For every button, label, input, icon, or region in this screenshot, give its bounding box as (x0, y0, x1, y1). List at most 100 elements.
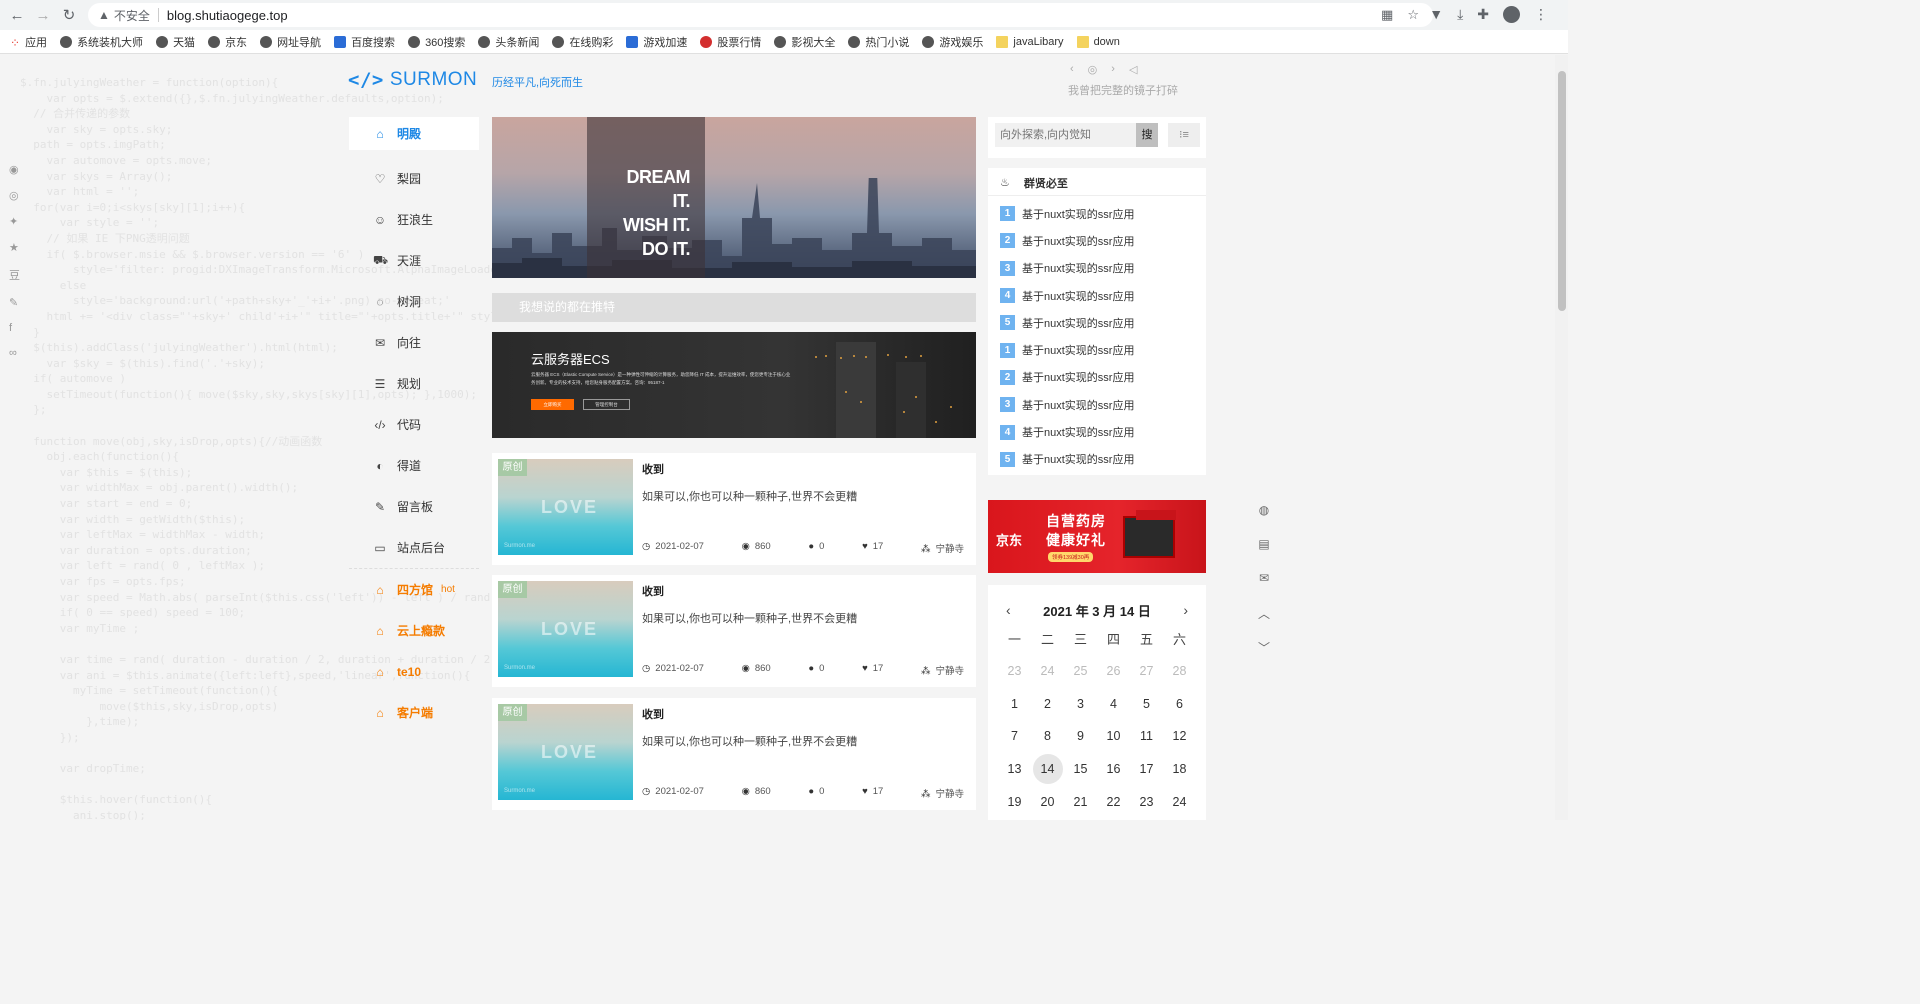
calendar-day[interactable]: 23 (1130, 786, 1163, 819)
reload-icon[interactable]: ↻ (56, 6, 82, 24)
weibo-icon[interactable]: ◎ (9, 189, 20, 202)
bookmark-item[interactable]: 影视大全 (774, 34, 835, 50)
nav-item[interactable]: ⌂ 四方馆 hot (349, 569, 479, 610)
hot-list-item[interactable]: 2 基于nuxt实现的ssr应用 (1000, 227, 1206, 254)
play-icon[interactable]: ◎ (1088, 63, 1098, 76)
next-icon[interactable]: › (1111, 63, 1115, 76)
hot-list-item[interactable]: 4 基于nuxt实现的ssr应用 (1000, 418, 1206, 445)
calendar-day[interactable]: 24 (1031, 655, 1064, 688)
nav-item[interactable]: ✉ 向往 (349, 322, 479, 363)
bookmark-item[interactable]: 京东 (208, 34, 247, 50)
ecs-console-button[interactable]: 管理控制台 (583, 399, 630, 410)
calendar-day[interactable]: 22 (1097, 786, 1130, 819)
calendar-day[interactable]: 5 (1130, 688, 1163, 721)
search-button[interactable]: 搜 (1136, 123, 1158, 147)
hot-list-item[interactable]: 4 基于nuxt实现的ssr应用 (1000, 282, 1206, 309)
calendar-day[interactable]: 17 (1130, 753, 1163, 786)
back-icon[interactable]: ← (4, 7, 30, 24)
more-menu-icon[interactable]: ⋮ (1534, 6, 1548, 23)
bookmark-item[interactable]: 360搜索 (408, 34, 465, 50)
hot-list-item[interactable]: 5 基于nuxt实现的ssr应用 (1000, 446, 1206, 473)
hero-banner[interactable]: DREAM IT. WISH IT. DO IT. (492, 117, 976, 278)
download-icon[interactable]: ⤓ (1457, 6, 1463, 23)
calendar-day[interactable]: 13 (998, 753, 1031, 786)
bookmark-item[interactable]: down (1076, 35, 1120, 48)
bookmark-item[interactable]: 在线购彩 (552, 34, 613, 50)
star-icon[interactable]: ☆ (1407, 7, 1419, 23)
calendar-day[interactable]: 9 (1064, 720, 1097, 753)
mail-icon[interactable]: ✉ (1248, 571, 1280, 587)
bookmark-item[interactable]: 热门小说 (848, 34, 909, 50)
nav-item[interactable]: ◐ 得道 (349, 445, 479, 486)
bookmark-item[interactable]: 游戏娱乐 (922, 34, 983, 50)
search-input[interactable] (995, 123, 1136, 147)
post-category[interactable]: ⁂ 宁静寺 (921, 541, 964, 555)
bookmark-item[interactable]: 百度搜索 (334, 34, 395, 50)
bookmark-item[interactable]: 天猫 (156, 34, 195, 50)
calendar-day[interactable]: 27 (1130, 655, 1163, 688)
bookmark-item[interactable]: ⁘ 应用 (10, 34, 47, 50)
post-likes[interactable]: ♥ 17 (862, 663, 883, 677)
post-title[interactable]: 收到 (642, 461, 664, 477)
post-card[interactable]: LOVE Surmon.me 原创 收到 如果可以,你也可以种一颗种子,世界不会更糟 ◷ 2… (492, 698, 976, 810)
forward-icon[interactable]: → (30, 7, 56, 24)
bookmark-item[interactable]: 系统装机大师 (60, 34, 143, 50)
nav-item[interactable]: ⌂ 客户端 (349, 692, 479, 733)
calendar-day[interactable]: 3 (1064, 688, 1097, 721)
hot-list-item[interactable]: 1 基于nuxt实现的ssr应用 (1000, 200, 1206, 227)
nav-item[interactable]: ▭ 站点后台 (349, 527, 479, 568)
hot-list-item[interactable]: 3 基于nuxt实现的ssr应用 (1000, 391, 1206, 418)
calendar-day[interactable]: 11 (1130, 720, 1163, 753)
hot-list-item[interactable]: 5 基于nuxt实现的ssr应用 (1000, 309, 1206, 336)
post-card[interactable]: LOVE Surmon.me 原创 收到 如果可以,你也可以种一颗种子,世界不会更糟 ◷ 2… (492, 575, 976, 687)
hot-list-item[interactable]: 3 基于nuxt实现的ssr应用 (1000, 255, 1206, 282)
nav-item[interactable]: ⌂ te10 (349, 651, 479, 692)
hot-list-item[interactable]: 1 基于nuxt实现的ssr应用 (1000, 336, 1206, 363)
prev-icon[interactable]: ‹ (1070, 63, 1074, 76)
calendar-day[interactable]: 24 (1163, 786, 1196, 819)
volume-icon[interactable]: ◁ (1129, 63, 1137, 76)
recommend-bar[interactable]: 我想说的都在推特 (492, 293, 976, 322)
calendar-day[interactable]: 26 (1097, 655, 1130, 688)
extension-v-icon[interactable]: ▼ (1429, 6, 1443, 23)
douban-icon[interactable]: 豆 (9, 267, 20, 283)
calendar-day[interactable]: 8 (1031, 720, 1064, 753)
pen-icon[interactable]: ✎ (9, 296, 20, 309)
notepad-icon[interactable]: ▤ (1248, 537, 1280, 553)
calendar-day[interactable]: 25 (1064, 655, 1097, 688)
twitter-icon[interactable]: ✦ (9, 215, 20, 228)
jd-ad-banner[interactable]: 京东 自营药房 健康好礼 领券139减30再 (988, 500, 1206, 573)
url-text[interactable]: blog.shutiaogege.top (167, 8, 288, 23)
calendar-day[interactable]: 18 (1163, 753, 1196, 786)
calendar-day[interactable]: 28 (1163, 655, 1196, 688)
calendar-day[interactable]: 21 (1064, 786, 1097, 819)
bookmark-item[interactable]: 股票行情 (700, 34, 761, 50)
calendar-day[interactable]: 6 (1163, 688, 1196, 721)
bookmark-item[interactable]: 游戏加速 (626, 34, 687, 50)
nav-item[interactable]: ⌂ 云上瘾款 (349, 610, 479, 651)
scroll-up-icon[interactable]: ︿ (1248, 605, 1280, 621)
post-title[interactable]: 收到 (642, 583, 664, 599)
calendar-day[interactable]: 4 (1097, 688, 1130, 721)
post-category[interactable]: ⁂ 宁静寺 (921, 786, 964, 800)
calendar-day[interactable]: 16 (1097, 753, 1130, 786)
calendar-day[interactable]: 20 (1031, 786, 1064, 819)
address-bar[interactable]: ▲ 不安全 blog.shutiaogege.top ▦ ☆ (88, 3, 1433, 27)
nav-item[interactable]: ✎ 留言板 (349, 486, 479, 527)
nav-item[interactable]: ◌ 树洞 (349, 281, 479, 322)
bookmark-item[interactable]: 头条新闻 (478, 34, 539, 50)
calendar-day[interactable]: 10 (1097, 720, 1130, 753)
site-logo[interactable]: </> SURMON (348, 69, 477, 91)
ecs-buy-button[interactable]: 立即购买 (531, 399, 574, 410)
nav-item[interactable]: ‹/› 代码 (349, 404, 479, 445)
ecs-ad-banner[interactable]: 云服务器ECS 云服务器 ECS（Elastic Compute Service… (492, 332, 976, 438)
filter-icon[interactable]: ⁝≡ (1168, 123, 1200, 147)
link-icon[interactable]: ∞ (9, 347, 20, 359)
calendar-day[interactable]: 7 (998, 720, 1031, 753)
facebook-icon[interactable]: f (9, 322, 20, 334)
calendar-day[interactable]: 14 (1031, 753, 1064, 786)
nav-item[interactable]: ☰ 规划 (349, 363, 479, 404)
hot-list-item[interactable]: 2 基于nuxt实现的ssr应用 (1000, 364, 1206, 391)
puzzle-icon[interactable]: ✚ (1477, 6, 1489, 23)
scroll-down-icon[interactable]: ﹀ (1248, 639, 1280, 655)
